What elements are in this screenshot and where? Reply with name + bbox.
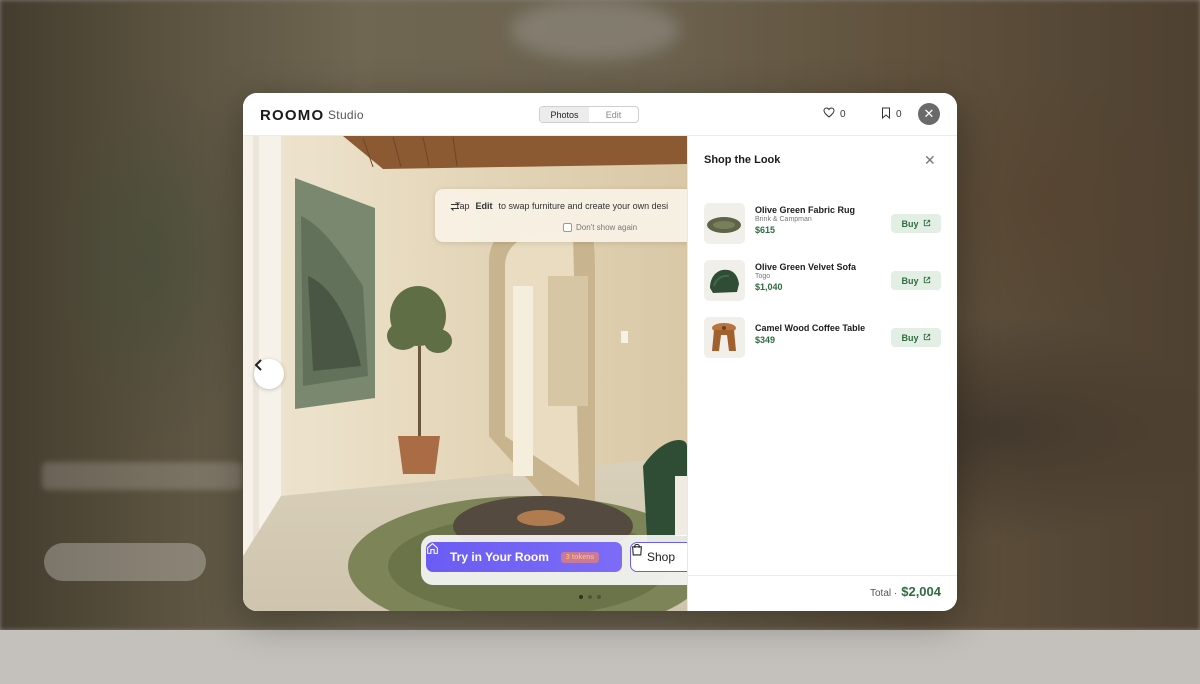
product-brand: Brink & Campman (755, 216, 812, 223)
external-link-icon (923, 219, 931, 229)
total-label: Total · (870, 588, 898, 599)
tokens-badge: 3 tokens (560, 551, 600, 563)
external-link-icon (923, 333, 931, 343)
page-footer-area (0, 630, 1200, 684)
total-value: $2,004 (901, 584, 941, 599)
brand-subtitle: Studio (328, 108, 364, 122)
try-button-label: Try in Your Room (450, 550, 549, 564)
close-icon: ✕ (924, 152, 936, 168)
product-name: Olive Green Velvet Sofa (755, 262, 857, 272)
tip-bold: Edit (475, 201, 493, 211)
shop-button[interactable]: Shop (630, 542, 687, 572)
brand-logo: ROOMO (260, 107, 325, 124)
try-in-your-room-button[interactable]: Try in Your Room 3 tokens (426, 542, 622, 572)
bookmark-icon (881, 107, 891, 122)
carousel-dot[interactable] (579, 595, 583, 599)
buy-button[interactable]: Buy (891, 214, 941, 233)
product-item[interactable]: Camel Wood Coffee Table $349 Buy (704, 317, 942, 359)
product-name: Camel Wood Coffee Table (755, 323, 866, 333)
close-modal-button[interactable]: ✕ (918, 103, 940, 125)
checkbox-box[interactable] (563, 223, 572, 232)
product-item[interactable]: Olive Green Fabric Rug Brink & Campman $… (704, 203, 942, 245)
shop-button-label: Shop (647, 550, 676, 564)
room-photo[interactable]: Tap Edit to swap furniture and create your… (243, 136, 687, 611)
heart-icon (823, 107, 835, 121)
modal-header: ROOMO Studio Photos Edit 0 0 ✕ (243, 93, 957, 136)
shop-the-look-panel: Shop the Look ✕ Olive Green Fabric Rug B… (687, 136, 957, 611)
view-toggle: Photos Edit (539, 106, 639, 123)
total-summary: Total · $2,004 (870, 584, 941, 599)
like-count: 0 (840, 108, 846, 120)
buy-button[interactable]: Buy (891, 328, 941, 347)
product-price: $615 (755, 225, 776, 235)
product-brand: Togo (755, 273, 771, 280)
background-heading (42, 462, 242, 490)
like-button[interactable]: 0 (823, 107, 846, 121)
save-count: 0 (896, 109, 902, 120)
buy-label: Buy (901, 275, 919, 286)
studio-modal: ROOMO Studio Photos Edit 0 0 ✕ Tap Edit … (243, 93, 957, 611)
background-button (44, 543, 206, 581)
close-icon: ✕ (923, 106, 935, 121)
product-name: Olive Green Fabric Rug (755, 205, 856, 215)
tab-edit[interactable]: Edit (589, 107, 638, 122)
dont-show-again-checkbox[interactable]: Don't show again (563, 223, 637, 232)
carousel-dots (579, 595, 601, 599)
product-thumbnail (704, 260, 745, 301)
panel-footer: Total · $2,004 (688, 575, 957, 611)
external-link-icon (923, 276, 931, 286)
buy-button[interactable]: Buy (891, 271, 941, 290)
previous-photo-button[interactable] (254, 359, 284, 389)
buy-label: Buy (901, 218, 919, 229)
carousel-dot[interactable] (588, 595, 592, 599)
product-thumbnail (704, 317, 745, 358)
product-price: $1,040 (755, 282, 783, 292)
tab-photos[interactable]: Photos (540, 107, 589, 122)
product-price: $349 (755, 335, 776, 345)
tip-suffix: to swap furniture and create your own de… (498, 201, 669, 211)
close-panel-button[interactable]: ✕ (924, 152, 936, 169)
product-thumbnail (704, 203, 745, 244)
checkbox-label: Don't show again (576, 223, 638, 232)
buy-label: Buy (901, 332, 919, 343)
tip-text: Tap Edit to swap furniture and create your… (449, 201, 668, 211)
product-item[interactable]: Olive Green Velvet Sofa Togo $1,040 Buy (704, 260, 942, 302)
carousel-dot[interactable] (597, 595, 601, 599)
panel-title: Shop the Look (704, 154, 781, 166)
save-button[interactable]: 0 (881, 107, 902, 122)
edit-tip-banner: Tap Edit to swap furniture and create your… (435, 189, 687, 242)
